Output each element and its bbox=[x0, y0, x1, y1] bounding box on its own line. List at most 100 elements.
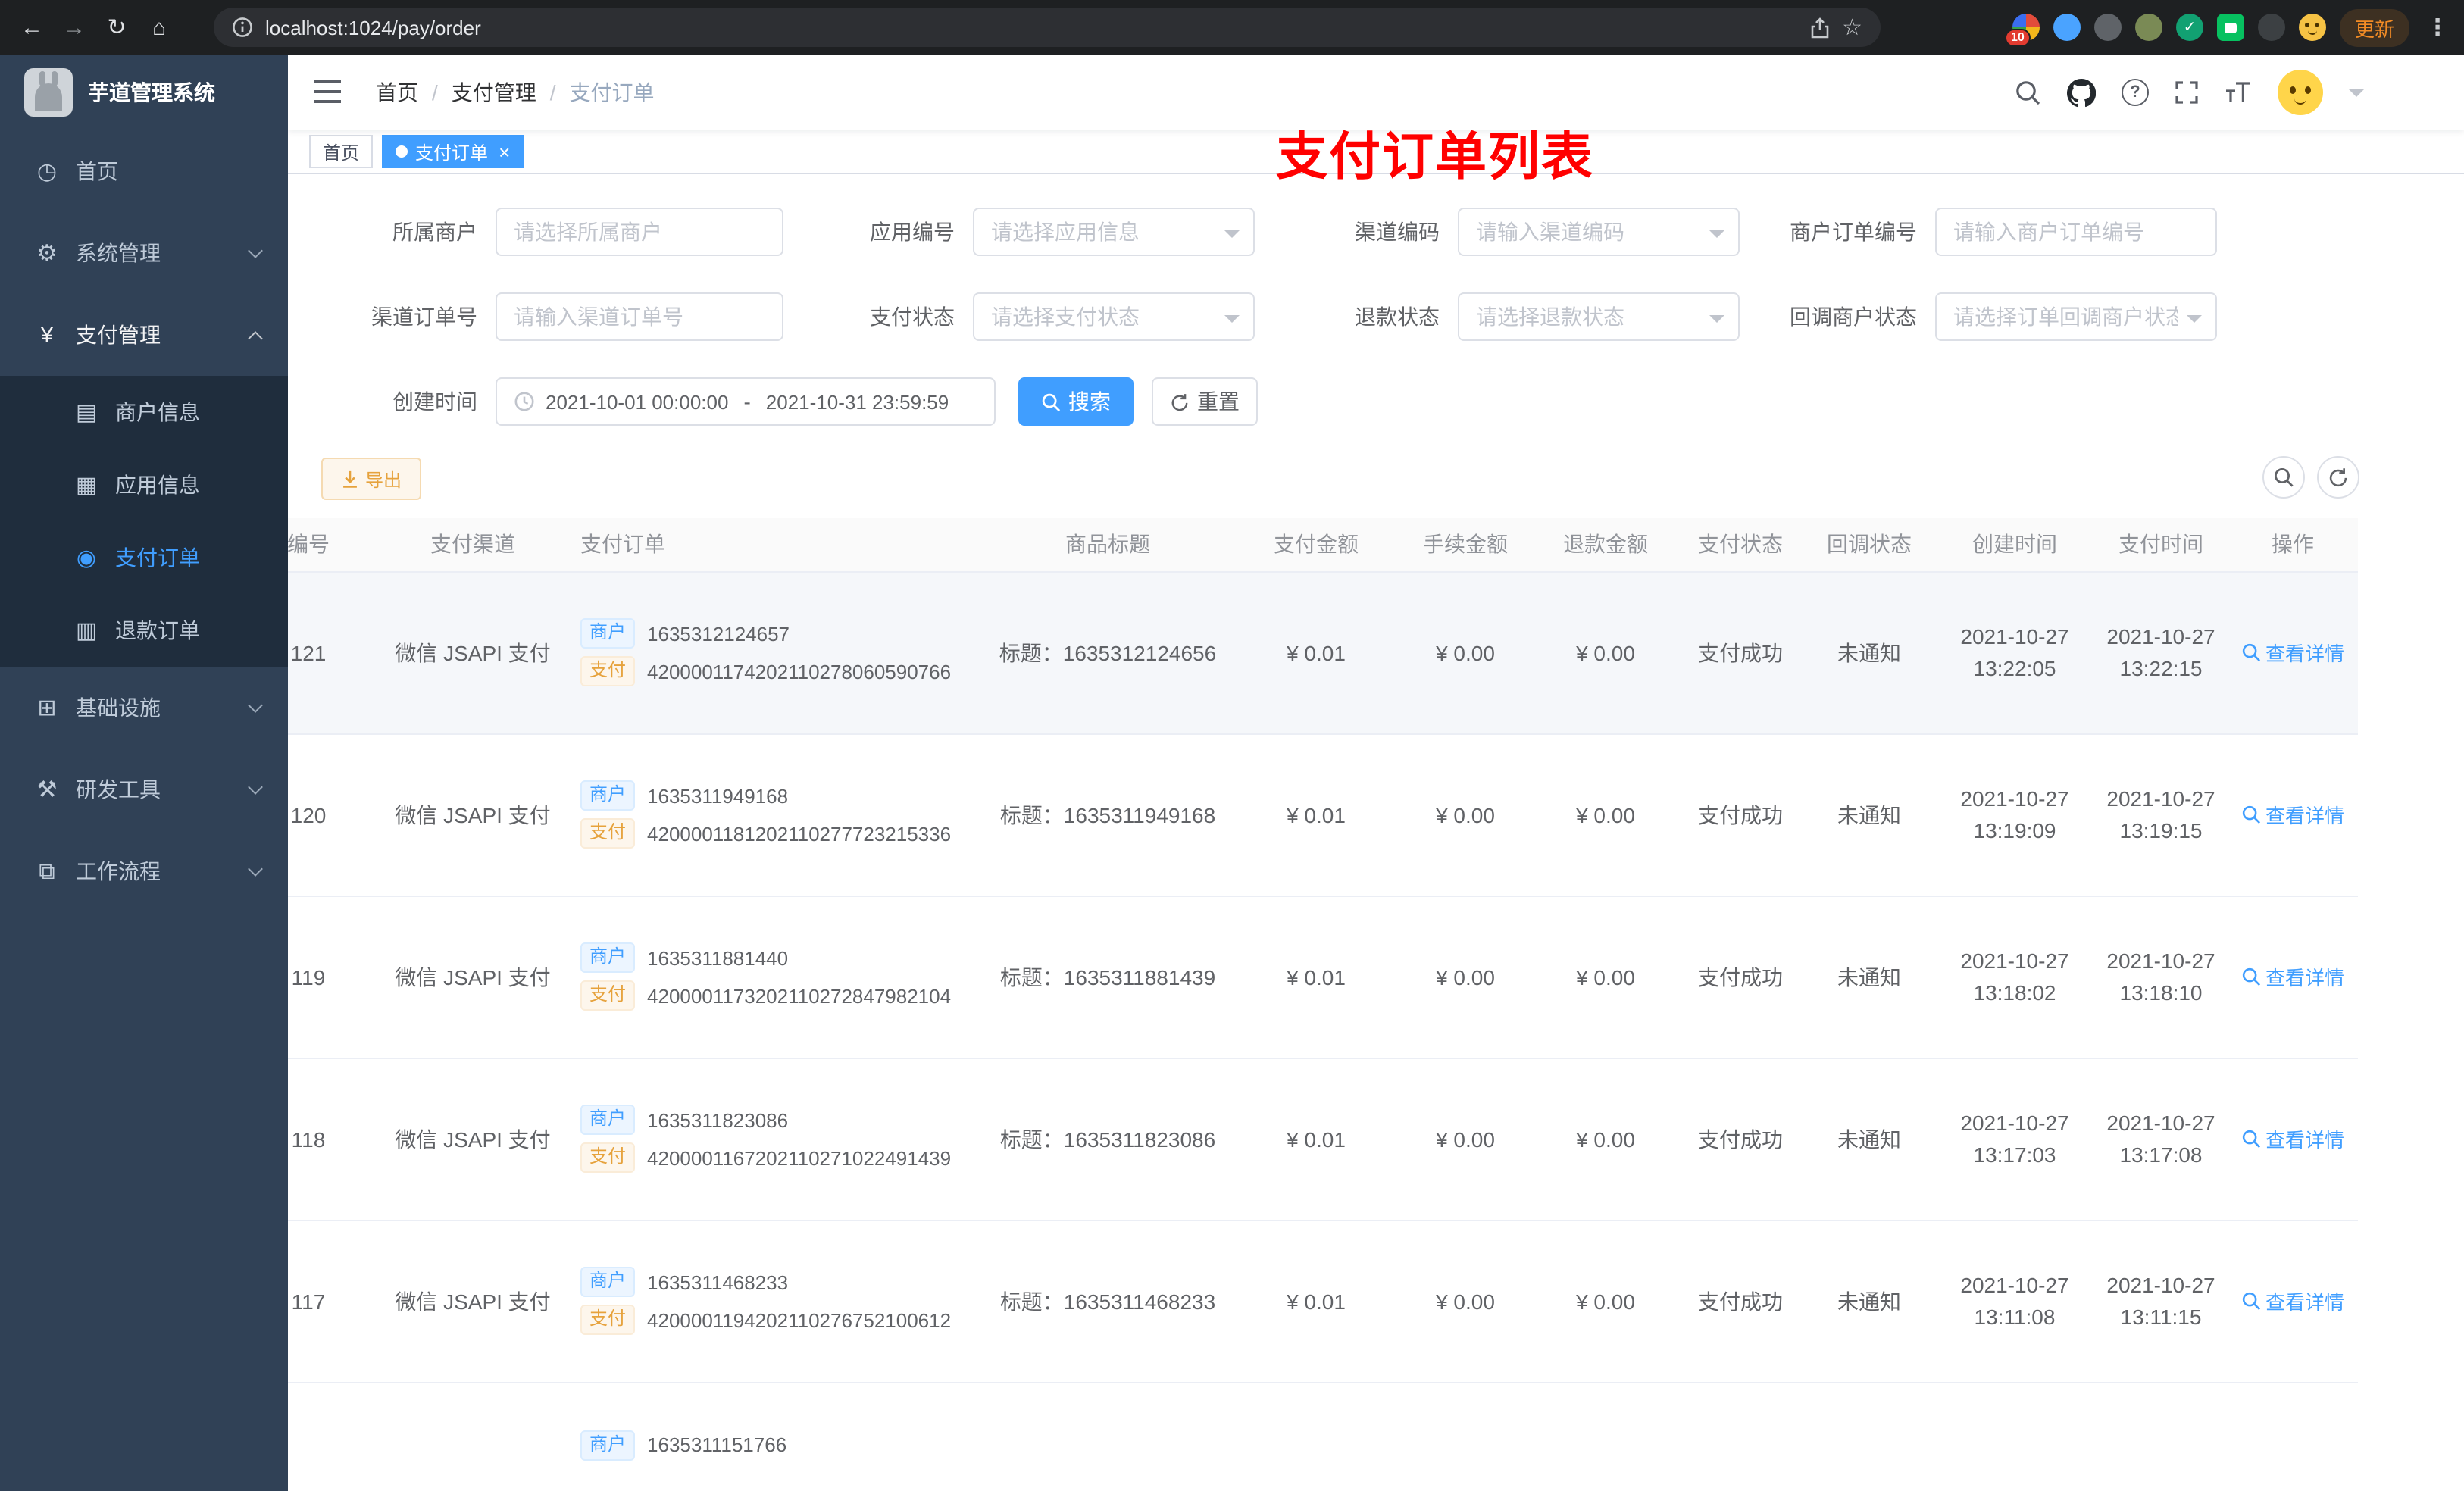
cell-action: 查看详情 bbox=[2228, 571, 2358, 734]
sidebar-item-workflow[interactable]: ⧉ 工作流程 bbox=[0, 830, 288, 912]
pay-status-select[interactable] bbox=[973, 292, 1255, 341]
screen: ← → ↻ ⌂ localhost:1024/pay/order ☆ 10 ✓ bbox=[0, 0, 2464, 1491]
view-detail-link[interactable]: 查看详情 bbox=[2241, 1124, 2344, 1153]
created-date: 2021-10-27 bbox=[1960, 624, 2069, 648]
top-navbar: 首页 / 支付管理 / 支付订单 支付订单列表 ? bbox=[288, 55, 2464, 186]
cell-action: 查看详情 bbox=[2228, 1220, 2358, 1383]
sidebar-item-infra[interactable]: ⊞ 基础设施 bbox=[0, 667, 288, 749]
reload-icon[interactable]: ↻ bbox=[97, 14, 136, 41]
cell-paid: 2021-10-27 13:19:15 bbox=[2094, 733, 2228, 896]
view-detail-link[interactable]: 查看详情 bbox=[2241, 638, 2344, 667]
tab-close-icon[interactable]: × bbox=[499, 142, 510, 161]
cell-notify bbox=[1803, 1382, 1935, 1491]
extension-icon[interactable] bbox=[2134, 14, 2162, 41]
view-detail-label: 查看详情 bbox=[2265, 805, 2344, 827]
extension-badge: 10 bbox=[2004, 29, 2031, 47]
sidebar-item-refund-order[interactable]: ▥ 退款订单 bbox=[0, 594, 288, 667]
paid-date: 2021-10-27 bbox=[2106, 624, 2215, 648]
notify-status-select[interactable] bbox=[1935, 292, 2217, 341]
user-menu-caret-icon[interactable] bbox=[2349, 89, 2364, 104]
pay-status-input[interactable] bbox=[991, 305, 1237, 329]
sidebar-item-home[interactable]: ◷ 首页 bbox=[0, 130, 288, 212]
cell-paid bbox=[2094, 1382, 2228, 1491]
user-avatar[interactable] bbox=[2278, 70, 2323, 115]
bookmark-star-icon[interactable]: ☆ bbox=[1842, 14, 1862, 41]
share-icon[interactable] bbox=[1809, 16, 1830, 39]
cell-fee: ¥ 0.00 bbox=[1397, 733, 1534, 896]
search-icon[interactable] bbox=[2014, 79, 2041, 106]
back-icon[interactable]: ← bbox=[12, 14, 52, 40]
app-input[interactable] bbox=[991, 220, 1237, 244]
forward-icon[interactable]: → bbox=[55, 14, 94, 40]
refund-status-select[interactable] bbox=[1458, 292, 1740, 341]
extension-icon[interactable] bbox=[2093, 14, 2122, 41]
extension-icon[interactable] bbox=[2257, 14, 2285, 41]
extension-icon[interactable] bbox=[2216, 14, 2244, 41]
toolbar-search-icon[interactable] bbox=[2262, 456, 2305, 499]
url-bar[interactable]: localhost:1024/pay/order ☆ bbox=[214, 8, 1881, 47]
view-detail-link[interactable]: 查看详情 bbox=[2241, 800, 2344, 829]
fullscreen-icon[interactable] bbox=[2175, 80, 2199, 105]
channel-code-select[interactable] bbox=[1458, 208, 1740, 256]
table-header-row: 编号 支付渠道 支付订单 商品标题 支付金额 手续金额 退款金额 支付状态 回调状态 创建时间 支付… bbox=[288, 518, 2358, 572]
merchant-order-no-input[interactable] bbox=[1953, 220, 2199, 244]
order-number: 4200001181202110277723215336 bbox=[647, 822, 952, 845]
cell-order: 商户 1635311468233 支付 42000011942021102767521… bbox=[571, 1220, 980, 1383]
date-range-picker[interactable]: 2021-10-01 00:00:00 - 2021-10-31 23:59:5… bbox=[496, 377, 996, 426]
chevron-down-icon bbox=[248, 861, 263, 877]
channel-order-no-field[interactable] bbox=[496, 292, 783, 341]
extension-check-icon[interactable]: ✓ bbox=[2175, 14, 2203, 41]
help-icon[interactable]: ? bbox=[2122, 79, 2149, 106]
merchant-input[interactable] bbox=[514, 220, 765, 244]
sidebar-item-dev-tools[interactable]: ⚒ 研发工具 bbox=[0, 749, 288, 830]
col-header-amount: 支付金额 bbox=[1235, 518, 1397, 572]
toolbar-refresh-icon[interactable] bbox=[2317, 456, 2359, 499]
view-detail-label: 查看详情 bbox=[2265, 1129, 2344, 1152]
sidebar-menu: ◷ 首页 ⚙ 系统管理 ¥ 支付管理 ▤ 商户信息 ▦ 应用信息 ◉ 支付订单 … bbox=[0, 130, 288, 912]
notify-status-input[interactable] bbox=[1953, 305, 2199, 329]
export-button[interactable]: 导出 bbox=[321, 458, 422, 500]
tab-pay-order[interactable]: 支付订单 × bbox=[382, 135, 524, 168]
cell-action: 查看详情 bbox=[2228, 1058, 2358, 1221]
sidebar-item-payment[interactable]: ¥ 支付管理 bbox=[0, 294, 288, 376]
home-icon[interactable]: ⌂ bbox=[139, 14, 179, 40]
merchant-tag: 商户 bbox=[580, 1430, 636, 1460]
extension-icon[interactable] bbox=[2053, 14, 2081, 41]
url-text: localhost:1024/pay/order bbox=[265, 16, 481, 39]
pay-tag: 支付 bbox=[580, 980, 636, 1011]
extension-icon[interactable]: 10 bbox=[2004, 14, 2040, 47]
sidebar-item-system[interactable]: ⚙ 系统管理 bbox=[0, 212, 288, 294]
browser-update-button[interactable]: 更新 bbox=[2339, 8, 2409, 46]
font-size-icon[interactable] bbox=[2225, 80, 2252, 105]
search-button[interactable]: 搜索 bbox=[1018, 377, 1134, 426]
sidebar-toggle-icon[interactable] bbox=[312, 79, 342, 105]
view-detail-link[interactable]: 查看详情 bbox=[2241, 1286, 2344, 1315]
col-header-id: 编号 bbox=[288, 518, 374, 572]
breadcrumb-home[interactable]: 首页 bbox=[376, 77, 418, 108]
col-header-title: 商品标题 bbox=[980, 518, 1235, 572]
order-row-partial: 商户 1635311151766 bbox=[288, 1382, 2358, 1491]
cell-created: 2021-10-27 13:11:08 bbox=[1935, 1220, 2094, 1383]
pay-tag: 支付 bbox=[580, 1142, 636, 1173]
profile-emoji-icon[interactable] bbox=[2298, 14, 2326, 41]
channel-code-input[interactable] bbox=[1476, 220, 1721, 244]
merchant-order-no-field[interactable] bbox=[1935, 208, 2217, 256]
breadcrumb-pay-manage: 支付管理 bbox=[451, 80, 536, 105]
browser-menu-icon[interactable]: ⋮ bbox=[2423, 14, 2452, 41]
sidebar-item-app-info[interactable]: ▦ 应用信息 bbox=[0, 449, 288, 521]
app-select[interactable] bbox=[973, 208, 1255, 256]
view-detail-link[interactable]: 查看详情 bbox=[2241, 962, 2344, 991]
refund-status-input[interactable] bbox=[1476, 305, 1721, 329]
reset-button[interactable]: 重置 bbox=[1152, 377, 1258, 426]
site-info-icon[interactable] bbox=[232, 17, 253, 38]
merchant-select[interactable] bbox=[496, 208, 783, 256]
tab-home[interactable]: 首页 bbox=[309, 135, 374, 168]
col-header-refund: 退款金额 bbox=[1534, 518, 1678, 572]
channel-order-no-input[interactable] bbox=[514, 305, 765, 329]
sidebar-item-merchant-info[interactable]: ▤ 商户信息 bbox=[0, 376, 288, 449]
cell-channel: 微信 JSAPI 支付 bbox=[374, 1220, 571, 1383]
filter-label: 渠道编码 bbox=[1355, 220, 1440, 244]
sidebar-item-pay-order[interactable]: ◉ 支付订单 bbox=[0, 521, 288, 594]
order-row: 120 微信 JSAPI 支付 商户 1635311949168 支付 420000118… bbox=[288, 733, 2358, 896]
github-icon[interactable] bbox=[2067, 78, 2096, 107]
